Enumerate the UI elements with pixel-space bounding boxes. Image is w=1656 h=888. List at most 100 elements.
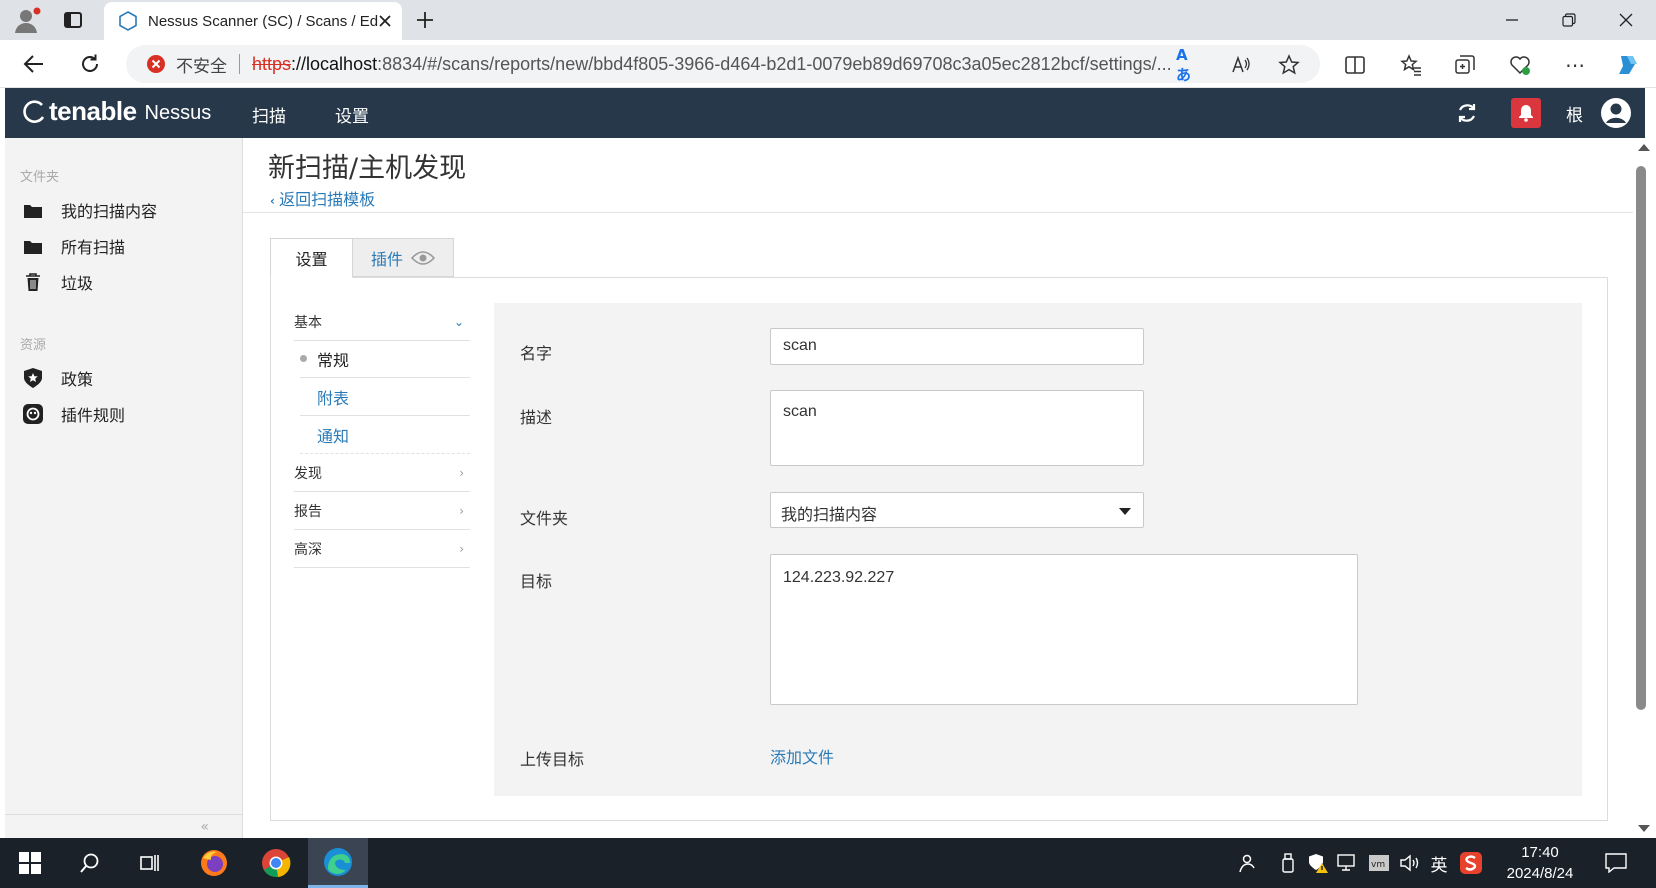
sidebar-item-label: 垃圾 — [61, 274, 94, 293]
favorite-star-icon[interactable] — [1276, 52, 1302, 78]
firefox-icon[interactable] — [192, 838, 236, 888]
browser-tab-active[interactable]: Nessus Scanner (SC) / Scans / Edit — [104, 2, 402, 40]
nav-item-label: 常规 — [317, 350, 350, 370]
sidebar-item-trash[interactable]: 垃圾 — [23, 270, 93, 294]
url-bar[interactable]: 不安全 https://localhost:8834/#/scans/repor… — [126, 45, 1320, 83]
description-textarea[interactable]: scan — [770, 390, 1144, 466]
windows-start-icon[interactable] — [8, 838, 52, 888]
vmware-tools-icon[interactable]: vm — [1366, 838, 1392, 888]
nav-section-advanced[interactable]: 高深 › — [294, 530, 470, 568]
url-divider — [239, 54, 240, 74]
caret-down-icon — [1119, 508, 1131, 515]
edge-taskbar-button[interactable] — [308, 838, 368, 888]
folder-select-value: 我的扫描内容 — [781, 505, 878, 524]
tab-plugins-label: 插件 — [370, 249, 403, 269]
sidebar-item-my-scans[interactable]: 我的扫描内容 — [23, 198, 157, 222]
sidebar-item-all-scans[interactable]: 所有扫描 — [23, 234, 125, 258]
folder-select[interactable]: 我的扫描内容 — [770, 492, 1144, 528]
sidebar-item-policies[interactable]: 政策 — [23, 366, 93, 390]
security-warning-icon[interactable] — [1306, 838, 1330, 888]
scrollbar-thumb[interactable] — [1636, 166, 1646, 710]
copilot-icon[interactable] — [1614, 52, 1640, 78]
collapse-sidebar-button[interactable]: « — [5, 814, 243, 838]
sidebar-item-label: 我的扫描内容 — [61, 202, 158, 221]
ime-language-indicator[interactable]: 英 — [1426, 838, 1452, 888]
usb-device-icon[interactable] — [1276, 838, 1300, 888]
scroll-down-icon[interactable] — [1638, 825, 1650, 832]
read-aloud-icon[interactable] — [1228, 52, 1254, 78]
more-menu-icon[interactable]: ⋯ — [1562, 52, 1588, 78]
sidebar-item-plugin-rules[interactable]: 插件规则 — [23, 402, 125, 426]
folder-icon — [23, 200, 43, 220]
tab-plugins[interactable]: 插件 — [353, 238, 454, 277]
description-label: 描述 — [520, 408, 553, 427]
chrome-icon[interactable] — [254, 838, 298, 888]
nav-item-schedule[interactable]: 附表 — [300, 378, 470, 416]
nessus-header: tenable Nessus 扫描 设置 根 — [5, 88, 1645, 138]
restore-icon[interactable] — [1541, 0, 1597, 40]
nav-section-label: 高深 — [294, 541, 322, 558]
shield-icon — [23, 368, 43, 388]
refresh-scans-icon[interactable] — [1455, 101, 1479, 125]
back-to-templates-link[interactable]: ‹ 返回扫描模板 — [270, 186, 375, 210]
notification-center-icon[interactable] — [1596, 838, 1636, 888]
people-icon[interactable] — [1232, 838, 1260, 888]
address-toolbar: 不安全 https://localhost:8834/#/scans/repor… — [0, 40, 1656, 88]
sidebar-item-label: 政策 — [61, 370, 94, 389]
close-tab-icon[interactable] — [378, 14, 392, 28]
back-icon[interactable] — [16, 48, 52, 80]
user-name[interactable]: 根 — [1566, 101, 1583, 126]
url-text[interactable]: https://localhost:8834/#/scans/reports/n… — [252, 54, 1172, 75]
search-icon[interactable] — [68, 838, 112, 888]
nessus-favicon-icon — [118, 11, 138, 31]
tenable-logo-icon — [23, 99, 45, 123]
tab-settings[interactable]: 设置 — [270, 238, 353, 278]
nav-item-general[interactable]: 常规 — [300, 340, 470, 378]
tenable-logo[interactable]: tenable Nessus — [23, 96, 211, 127]
sidebar: 文件夹 我的扫描内容 所有扫描 垃圾 资源 政策 插件规则 « — [5, 138, 243, 838]
nav-item-notifications[interactable]: 通知 — [300, 416, 470, 454]
security-label[interactable]: 不安全 — [176, 52, 227, 77]
translate-icon[interactable]: Aあ — [1176, 46, 1202, 84]
upload-targets-label: 上传目标 — [520, 750, 585, 769]
browser-essentials-icon[interactable] — [1507, 52, 1533, 78]
page-title: 新扫描/主机发现 — [268, 153, 467, 184]
notifications-bell-icon[interactable] — [1511, 98, 1541, 128]
profile-icon[interactable] — [10, 4, 44, 36]
sogou-input-icon[interactable] — [1456, 838, 1486, 888]
nav-settings[interactable]: 设置 — [335, 102, 369, 127]
tab-actions-icon[interactable] — [56, 4, 90, 36]
chevron-right-icon: › — [459, 503, 464, 518]
collections-icon[interactable] — [1452, 52, 1478, 78]
edge-icon — [324, 847, 352, 876]
back-link-label: 返回扫描模板 — [279, 190, 376, 209]
system-clock[interactable]: 17:40 2024/8/24 — [1495, 842, 1585, 884]
name-label: 名字 — [520, 344, 553, 363]
name-input[interactable]: scan — [770, 328, 1144, 365]
nav-section-basic[interactable]: 基本 ⌄ — [294, 303, 470, 341]
resources-heading: 资源 — [20, 338, 47, 353]
folder-label: 文件夹 — [520, 509, 569, 528]
insecure-warning-icon[interactable] — [146, 54, 166, 74]
volume-icon[interactable] — [1396, 838, 1424, 888]
nav-scans[interactable]: 扫描 — [252, 102, 286, 127]
targets-label: 目标 — [520, 572, 553, 591]
scroll-up-icon[interactable] — [1638, 144, 1650, 151]
network-icon[interactable] — [1334, 838, 1362, 888]
nav-section-report[interactable]: 报告 › — [294, 492, 470, 530]
nav-section-discovery[interactable]: 发现 › — [294, 454, 470, 492]
refresh-icon[interactable] — [72, 48, 108, 80]
minimize-icon[interactable] — [1484, 0, 1540, 40]
new-tab-icon[interactable] — [408, 4, 442, 36]
logo-nessus-text: Nessus — [144, 102, 212, 124]
trash-icon — [23, 272, 43, 292]
add-file-link[interactable]: 添加文件 — [770, 744, 834, 768]
favorites-icon[interactable] — [1398, 52, 1424, 78]
sidebar-item-label: 所有扫描 — [61, 238, 126, 257]
targets-textarea[interactable]: 124.223.92.227 — [770, 554, 1358, 705]
split-screen-icon[interactable] — [1342, 52, 1368, 78]
task-view-icon[interactable] — [128, 838, 172, 888]
user-avatar-icon[interactable] — [1600, 97, 1632, 129]
close-window-icon[interactable] — [1598, 0, 1654, 40]
eye-icon[interactable] — [411, 250, 435, 266]
